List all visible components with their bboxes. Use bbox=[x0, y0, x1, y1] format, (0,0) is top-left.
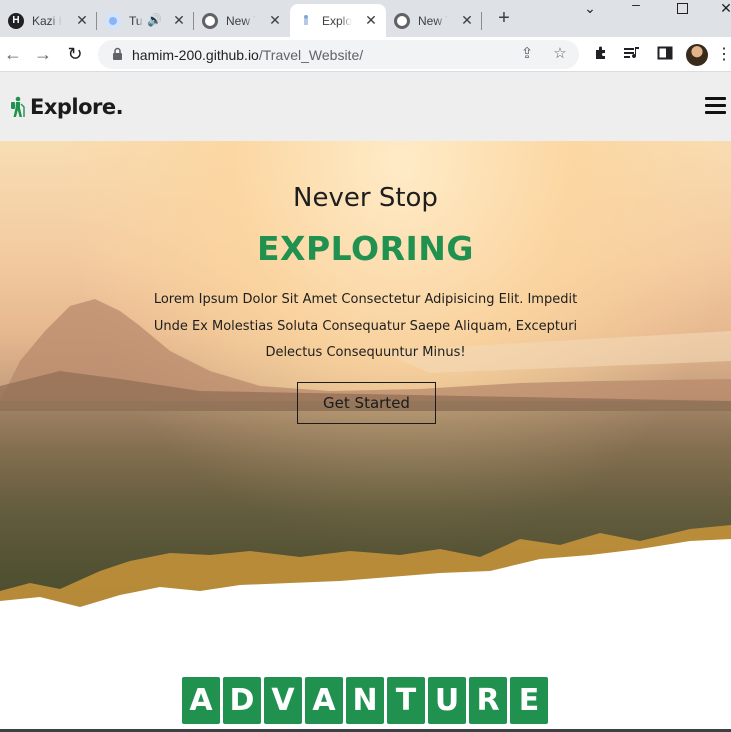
tab-close-icon[interactable]: ✕ bbox=[268, 13, 282, 27]
browser-toolbar: ← → ↻ hamim-200.github.io/Travel_Website… bbox=[0, 37, 731, 72]
reload-icon[interactable]: ↻ bbox=[64, 43, 86, 65]
tab-title: Kazi H bbox=[32, 13, 62, 28]
close-window-icon[interactable]: ✕ bbox=[716, 0, 731, 18]
site-header: Explore. bbox=[0, 72, 731, 141]
tab-search-chevron-icon[interactable]: ⌄ bbox=[580, 0, 600, 18]
hero-paragraph: Lorem Ipsum Dolor Sit Amet Consectetur A… bbox=[153, 292, 578, 360]
tab-separator bbox=[481, 12, 482, 30]
tab-favicon-icon: H bbox=[8, 12, 24, 29]
minimize-icon[interactable]: – bbox=[626, 0, 646, 14]
tab-title: Explor bbox=[322, 13, 352, 28]
tab-close-icon[interactable]: ✕ bbox=[460, 13, 474, 27]
media-control-icon[interactable] bbox=[622, 45, 642, 65]
share-icon[interactable]: ⇪ bbox=[518, 45, 536, 63]
heading-letter: U bbox=[428, 677, 466, 724]
heading-letter: T bbox=[387, 677, 425, 724]
site-favicon-icon bbox=[298, 13, 314, 29]
get-started-button[interactable]: Get Started bbox=[297, 382, 436, 424]
heading-letter: A bbox=[182, 677, 220, 724]
browser-tab[interactable]: H Kazi H ✕ bbox=[0, 4, 97, 37]
bookmark-star-icon[interactable]: ☆ bbox=[551, 45, 569, 63]
hero-subtitle: Never Stop bbox=[293, 183, 438, 213]
maximize-icon[interactable] bbox=[672, 1, 692, 19]
browser-tab[interactable]: New T ✕ bbox=[194, 4, 290, 37]
lock-icon bbox=[113, 47, 122, 60]
chrome-icon bbox=[394, 12, 410, 29]
heading-letter: D bbox=[223, 677, 261, 724]
brand-name: Explore. bbox=[30, 95, 124, 119]
tab-title: New T bbox=[418, 13, 448, 28]
heading-letter: E bbox=[510, 677, 548, 724]
chrome-icon bbox=[202, 12, 218, 29]
more-menu-icon[interactable]: ⋮ bbox=[716, 45, 731, 65]
menu-hamburger-icon[interactable] bbox=[705, 97, 726, 116]
heading-letter: N bbox=[346, 677, 384, 724]
hero-section: Never Stop EXPLORING Lorem Ipsum Dolor S… bbox=[0, 141, 731, 621]
hero-title: EXPLORING bbox=[257, 229, 474, 268]
heading-letter: A bbox=[305, 677, 343, 724]
new-tab-plus-icon[interactable]: + bbox=[494, 8, 514, 28]
tab-title: New T bbox=[226, 13, 256, 28]
hiker-icon bbox=[11, 96, 25, 117]
tab-favicon-icon bbox=[105, 12, 121, 29]
forward-arrow-icon[interactable]: → bbox=[32, 43, 54, 65]
address-bar[interactable]: hamim-200.github.io/Travel_Website/ ⇪ ☆ bbox=[98, 40, 579, 69]
url-text: hamim-200.github.io/Travel_Website/ bbox=[132, 47, 363, 63]
tab-close-icon[interactable]: ✕ bbox=[364, 13, 378, 27]
browser-tab[interactable]: New T ✕ bbox=[386, 4, 482, 37]
url-path: /Travel_Website/ bbox=[258, 47, 364, 63]
url-host: hamim-200.github.io bbox=[132, 47, 259, 63]
site-logo[interactable]: Explore. bbox=[8, 95, 124, 119]
browser-tab-strip: H Kazi H ✕ Tu 🔊 ✕ New T ✕ Explor ✕ New T… bbox=[0, 0, 731, 37]
tab-close-icon[interactable]: ✕ bbox=[75, 13, 89, 27]
speaker-icon[interactable]: 🔊 bbox=[147, 13, 162, 27]
heading-letter: R bbox=[469, 677, 507, 724]
browser-tab-active[interactable]: Explor ✕ bbox=[290, 4, 386, 37]
tab-close-icon[interactable]: ✕ bbox=[172, 13, 186, 27]
tab-title: Tu bbox=[129, 13, 143, 28]
side-panel-icon[interactable] bbox=[655, 45, 675, 65]
section-heading: A D V A N T U R E bbox=[182, 677, 548, 724]
hero-torn-edge bbox=[0, 525, 731, 621]
browser-tab[interactable]: Tu 🔊 ✕ bbox=[97, 4, 194, 37]
heading-letter: V bbox=[264, 677, 302, 724]
back-arrow-icon[interactable]: ← bbox=[2, 43, 24, 65]
extensions-puzzle-icon[interactable] bbox=[591, 45, 611, 65]
profile-avatar[interactable] bbox=[686, 44, 708, 66]
